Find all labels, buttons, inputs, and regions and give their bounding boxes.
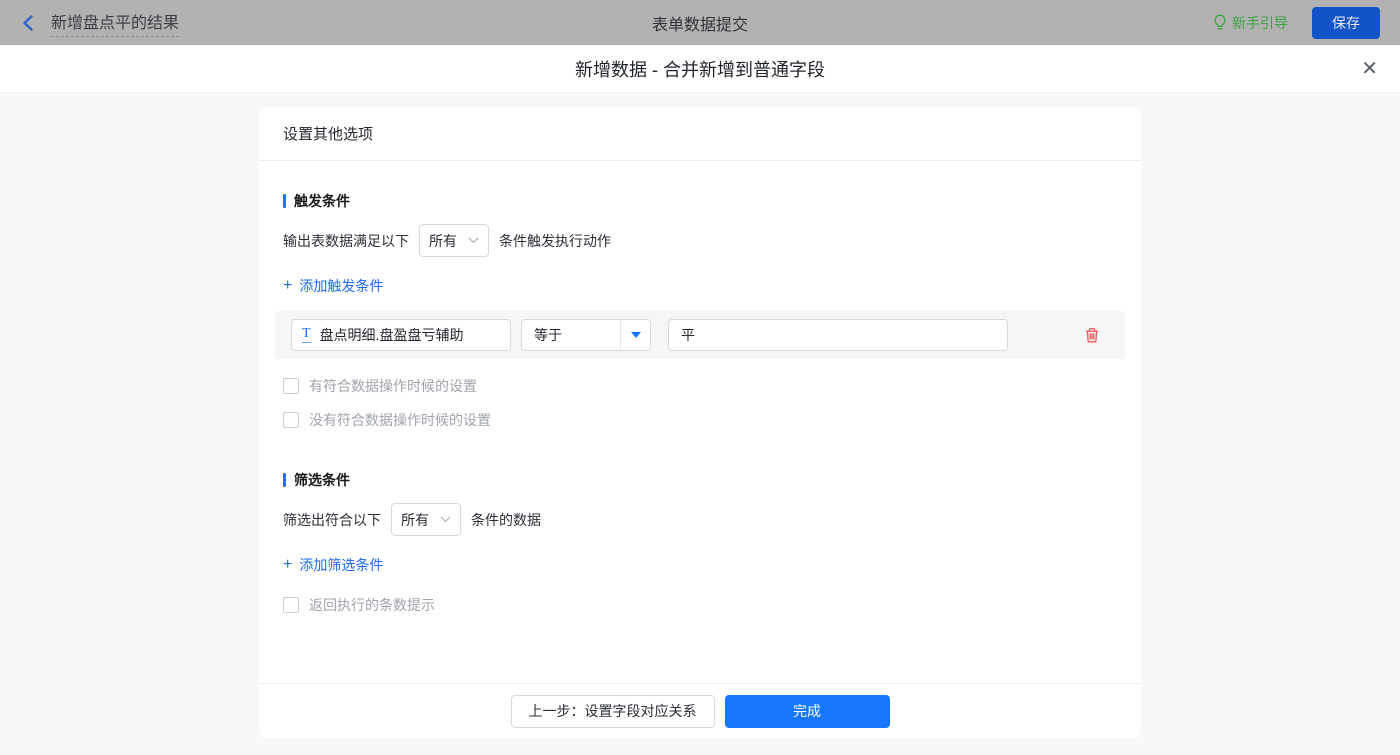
card-header-title: 设置其他选项 [259,107,1141,161]
filter-sentence-prefix: 筛选出符合以下 [283,511,381,528]
trigger-sentence-suffix: 条件触发执行动作 [499,232,611,249]
checkbox-label: 返回执行的条数提示 [309,597,435,613]
condition-field-select[interactable]: T 盘点明细.盘盈盘亏辅助 [291,319,511,351]
trigger-section-title: 触发条件 [283,191,1117,211]
caret-down-icon [630,332,641,338]
no-matching-data-checkbox[interactable] [283,412,299,428]
return-count-tip-checkbox[interactable] [283,597,299,613]
card-footer: 上一步：设置字段对应关系 完成 [259,683,1141,738]
trigger-match-mode-value: 所有 [429,232,457,249]
workflow-title[interactable]: 新增盘点平的结果 [51,9,180,37]
filter-section-title: 筛选条件 [283,470,1117,490]
previous-step-button[interactable]: 上一步：设置字段对应关系 [510,694,715,728]
lightbulb-icon [1214,14,1226,30]
delete-condition-button[interactable] [1084,327,1100,344]
trigger-match-mode-select[interactable]: 所有 [419,224,489,257]
filter-sentence-suffix: 条件的数据 [471,511,541,528]
save-button[interactable]: 保存 [1312,6,1380,39]
modal-header: 新增数据 - 合并新增到普通字段 ✕ [0,45,1400,93]
filter-match-mode-value: 所有 [401,511,429,528]
section-accent-bar [283,194,286,208]
back-button[interactable] [20,14,37,32]
options-card: 设置其他选项 触发条件 输出表数据满足以下 所有 条件触发执行动作 + 添加触发… [259,107,1141,738]
section-accent-bar [283,473,286,487]
topbar-actions: 新手引导 保存 [1213,6,1380,39]
chevron-down-icon [468,237,479,244]
trash-icon [1085,327,1099,342]
filter-match-mode-select[interactable]: 所有 [391,503,461,536]
back-chevron-icon [23,14,33,31]
checkbox-label: 有符合数据操作时候的设置 [309,378,477,394]
plus-icon: + [283,277,293,294]
modal-body: 设置其他选项 触发条件 输出表数据满足以下 所有 条件触发执行动作 + 添加触发… [0,93,1400,755]
plus-icon: + [283,556,293,573]
condition-operator-select[interactable]: 等于 [521,319,651,351]
topbar-center-title: 表单数据提交 [651,16,748,34]
has-matching-data-checkbox[interactable] [283,378,299,394]
close-icon[interactable]: ✕ [1361,59,1378,79]
beginner-guide-label: 新手引导 [1232,14,1288,31]
trigger-checkbox-row: 没有符合数据操作时候的设置 [283,410,1117,430]
beginner-guide-button[interactable]: 新手引导 [1213,13,1288,33]
condition-value-input[interactable] [668,319,1008,351]
modal-title: 新增数据 - 合并新增到普通字段 [575,59,825,80]
condition-operator-value: 等于 [534,327,562,343]
condition-field-value: 盘点明细.盘盈盘亏辅助 [319,327,464,343]
trigger-sentence-prefix: 输出表数据满足以下 [283,232,409,249]
done-button[interactable]: 完成 [724,694,890,728]
top-bar: 新增盘点平的结果 表单数据提交 新手引导 保存 [0,0,1400,45]
trigger-match-sentence: 输出表数据满足以下 所有 条件触发执行动作 [283,224,1117,257]
chevron-down-icon [440,516,451,523]
filter-match-sentence: 筛选出符合以下 所有 条件的数据 [283,503,1117,536]
add-filter-condition-link[interactable]: + 添加筛选条件 [283,555,1117,575]
checkbox-label: 没有符合数据操作时候的设置 [309,412,491,428]
operator-caret-zone [620,320,650,350]
add-trigger-condition-link[interactable]: + 添加触发条件 [283,276,1117,296]
trigger-condition-row: T 盘点明细.盘盈盘亏辅助 等于 [275,311,1125,359]
card-body: 触发条件 输出表数据满足以下 所有 条件触发执行动作 + 添加触发条件 T 盘点… [259,161,1141,683]
text-field-type-icon: T [302,326,311,343]
filter-checkbox-row: 返回执行的条数提示 [283,595,1117,615]
trigger-checkbox-row: 有符合数据操作时候的设置 [283,376,1117,396]
